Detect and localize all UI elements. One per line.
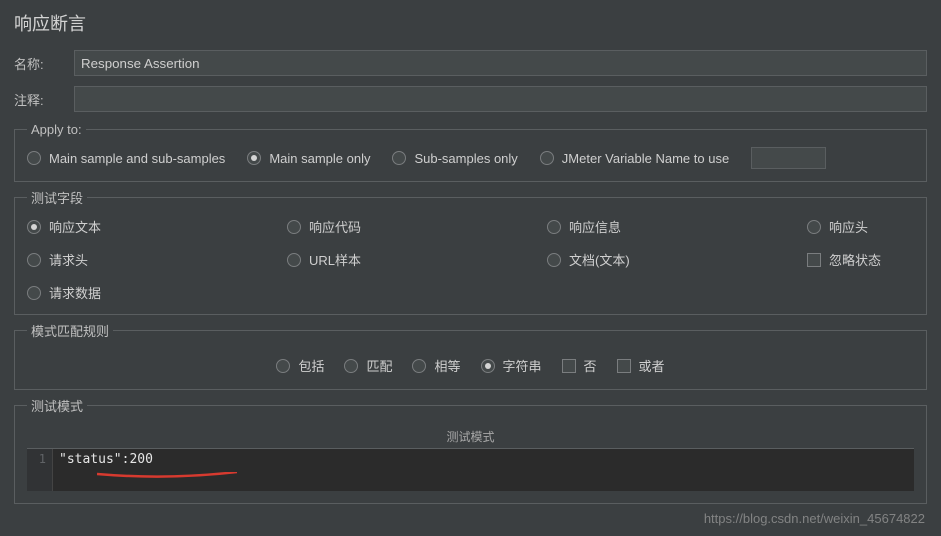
annotation-underline — [97, 467, 237, 473]
test-field-response-code[interactable]: 响应代码 — [287, 217, 547, 236]
radio-label: 响应头 — [829, 217, 868, 236]
radio-label: 字符串 — [503, 356, 542, 375]
checkbox-icon — [807, 253, 821, 267]
test-field-legend: 测试字段 — [27, 188, 87, 207]
panel-title: 响应断言 — [14, 10, 927, 36]
apply-to-main-only[interactable]: Main sample only — [247, 151, 370, 166]
checkbox-label: 忽略状态 — [829, 250, 881, 269]
radio-label: 响应信息 — [569, 217, 621, 236]
radio-icon — [392, 151, 406, 165]
radio-icon — [547, 220, 561, 234]
radio-icon — [27, 151, 41, 165]
apply-to-fieldset: Apply to: Main sample and sub-samples Ma… — [14, 122, 927, 182]
apply-to-jmeter-variable[interactable]: JMeter Variable Name to use — [540, 151, 729, 166]
radio-icon — [287, 220, 301, 234]
rule-substring[interactable]: 字符串 — [481, 356, 542, 375]
radio-label: 响应代码 — [309, 217, 361, 236]
jmeter-variable-input[interactable] — [751, 147, 826, 169]
checkbox-label: 或者 — [639, 356, 665, 375]
radio-label: 请求数据 — [49, 283, 101, 302]
radio-icon — [247, 151, 261, 165]
radio-label: URL样本 — [309, 250, 361, 269]
radio-icon — [481, 359, 495, 373]
rule-or-checkbox[interactable]: 或者 — [617, 356, 665, 375]
radio-icon — [540, 151, 554, 165]
checkbox-icon — [617, 359, 631, 373]
checkbox-icon — [562, 359, 576, 373]
apply-to-main-and-sub[interactable]: Main sample and sub-samples — [27, 151, 225, 166]
ignore-status-checkbox[interactable]: 忽略状态 — [807, 250, 914, 269]
checkbox-label: 否 — [584, 356, 597, 375]
test-field-response-text[interactable]: 响应文本 — [27, 217, 287, 236]
comment-input[interactable] — [74, 86, 927, 112]
radio-label: Main sample and sub-samples — [49, 151, 225, 166]
pattern-column-header: 测试模式 — [27, 425, 914, 449]
name-label: 名称: — [14, 54, 74, 73]
code-text: "status":200 — [59, 452, 153, 467]
radio-icon — [807, 220, 821, 234]
radio-icon — [412, 359, 426, 373]
radio-icon — [27, 286, 41, 300]
match-rule-legend: 模式匹配规则 — [27, 321, 113, 340]
test-field-request-headers[interactable]: 请求头 — [27, 250, 287, 269]
comment-label: 注释: — [14, 90, 74, 109]
pattern-code-line[interactable]: "status":200 — [53, 449, 914, 491]
test-field-request-data[interactable]: 请求数据 — [27, 283, 287, 302]
radio-label: 请求头 — [49, 250, 88, 269]
radio-icon — [344, 359, 358, 373]
radio-label: 响应文本 — [49, 217, 101, 236]
test-field-fieldset: 测试字段 响应文本 响应代码 响应信息 响应头 请求头 URL样本 文档(文本) — [14, 188, 927, 315]
test-field-response-message[interactable]: 响应信息 — [547, 217, 807, 236]
rule-matches[interactable]: 匹配 — [344, 356, 392, 375]
radio-label: JMeter Variable Name to use — [562, 151, 729, 166]
test-pattern-legend: 测试模式 — [27, 396, 87, 415]
line-number: 1 — [27, 449, 53, 491]
test-field-response-headers[interactable]: 响应头 — [807, 217, 914, 236]
watermark-text: https://blog.csdn.net/weixin_45674822 — [704, 511, 925, 526]
test-pattern-fieldset: 测试模式 测试模式 1 "status":200 — [14, 396, 927, 504]
radio-label: Sub-samples only — [414, 151, 517, 166]
radio-icon — [27, 253, 41, 267]
radio-label: 包括 — [298, 356, 324, 375]
name-input[interactable] — [74, 50, 927, 76]
radio-icon — [276, 359, 290, 373]
radio-label: 相等 — [434, 356, 460, 375]
test-field-document[interactable]: 文档(文本) — [547, 250, 807, 269]
rule-not-checkbox[interactable]: 否 — [562, 356, 597, 375]
apply-to-sub-only[interactable]: Sub-samples only — [392, 151, 517, 166]
radio-icon — [287, 253, 301, 267]
match-rule-fieldset: 模式匹配规则 包括 匹配 相等 字符串 否 或者 — [14, 321, 927, 390]
radio-icon — [547, 253, 561, 267]
pattern-editor[interactable]: 1 "status":200 — [27, 449, 914, 491]
radio-label: Main sample only — [269, 151, 370, 166]
test-field-url-sample[interactable]: URL样本 — [287, 250, 547, 269]
radio-label: 文档(文本) — [569, 250, 630, 269]
rule-contains[interactable]: 包括 — [276, 356, 324, 375]
apply-to-legend: Apply to: — [27, 122, 86, 137]
rule-equals[interactable]: 相等 — [412, 356, 460, 375]
radio-icon — [27, 220, 41, 234]
radio-label: 匹配 — [366, 356, 392, 375]
